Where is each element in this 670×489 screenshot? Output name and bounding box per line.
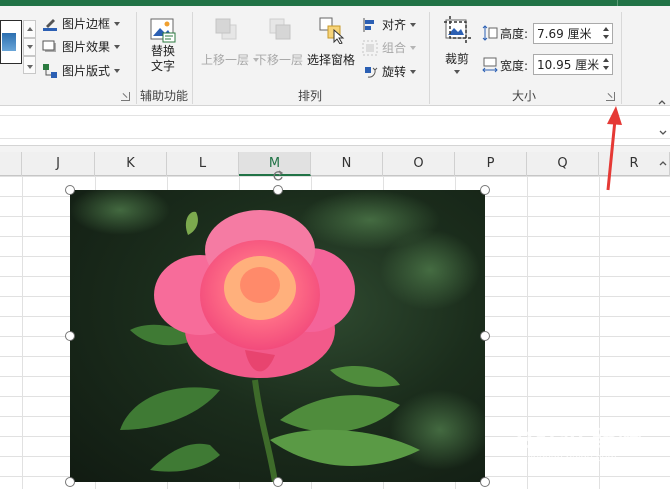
red-arrow-annotation (606, 106, 622, 191)
picture-effects-label: 图片效果 (62, 40, 111, 54)
crop-button[interactable]: 裁剪 (442, 16, 472, 74)
rotate-label: 旋转 (382, 65, 407, 79)
width-spinner[interactable] (600, 55, 612, 74)
column-header-row: J K L M N O P Q R (0, 152, 670, 176)
align-button[interactable]: 对齐 (362, 16, 417, 33)
column-header-p[interactable]: P (455, 152, 527, 176)
height-icon (482, 25, 498, 41)
column-header-k[interactable]: K (95, 152, 167, 176)
alt-text-label-1: 替换 (150, 44, 175, 58)
width-label: 宽度: (500, 59, 529, 73)
height-input[interactable]: 7.69 厘米 (533, 23, 613, 44)
column-header-partial[interactable] (0, 152, 22, 176)
height-spinner[interactable] (600, 24, 612, 43)
resize-handle-top-right[interactable] (480, 185, 490, 195)
chevron-down-icon (410, 69, 417, 74)
selection-pane-label: 选择窗格 (307, 53, 356, 67)
column-header-n[interactable]: N (311, 152, 383, 176)
group-label: 组合 (382, 41, 407, 55)
resize-handle-top[interactable] (273, 185, 283, 195)
bring-forward-icon (213, 16, 241, 44)
chevron-down-icon (454, 70, 460, 74)
height-value: 7.69 厘米 (537, 27, 592, 41)
bring-forward-button[interactable]: 上移一层 (201, 16, 260, 68)
baidu-watermark: Bai∂u 经验 jingyan.baidu.com (508, 420, 668, 470)
formula-bar-area (0, 106, 670, 146)
picture-layout-button[interactable]: 图片版式 (42, 62, 121, 79)
size-group-label: 大小 (511, 89, 536, 103)
arrange-group-label: 排列 (297, 89, 322, 103)
picture-style-gallery[interactable] (0, 20, 22, 64)
ribbon: 图片边框 图片效果 图片版式 替换 文字 辅助功能 上移一层 下移一层 选择窗格… (0, 6, 670, 106)
watermark-main: Bai∂u 经验 (516, 427, 643, 454)
send-backward-label: 下移一层 (255, 53, 304, 67)
width-input[interactable]: 10.95 厘米 (533, 54, 613, 75)
excel-window: 图片边框 图片效果 图片版式 替换 文字 辅助功能 上移一层 下移一层 选择窗格… (0, 0, 670, 489)
alt-text-label-2: 文字 (150, 59, 175, 73)
rotate-button[interactable]: 旋转 (362, 63, 417, 80)
watermark-sub: jingyan.baidu.com (528, 452, 617, 464)
gallery-scroll-down[interactable] (23, 38, 36, 56)
rotation-handle[interactable] (272, 170, 284, 182)
resize-handle-right[interactable] (480, 331, 490, 341)
effects-icon (42, 39, 58, 55)
height-label: 高度: (500, 27, 529, 41)
resize-handle-top-left[interactable] (65, 185, 75, 195)
scroll-up-icon[interactable] (659, 155, 667, 166)
picture-styles-launcher[interactable] (121, 92, 130, 101)
column-header-j[interactable]: J (22, 152, 95, 176)
crop-icon (442, 16, 472, 44)
size-dialog-launcher[interactable] (606, 92, 615, 101)
picture-effects-button[interactable]: 图片效果 (42, 38, 121, 55)
width-value: 10.95 厘米 (537, 58, 600, 72)
column-header-q[interactable]: Q (527, 152, 599, 176)
group-icon (362, 40, 378, 56)
picture-border-label: 图片边框 (62, 17, 111, 31)
align-label: 对齐 (382, 18, 407, 32)
expand-formula-bar-icon[interactable] (659, 125, 667, 135)
resize-handle-bottom-left[interactable] (65, 477, 75, 487)
picture-border-button[interactable]: 图片边框 (42, 15, 121, 32)
chevron-down-icon (410, 22, 417, 27)
alt-text-icon (149, 16, 177, 44)
selection-pane-icon (316, 16, 346, 45)
rotate-icon (362, 64, 378, 80)
column-header-l[interactable]: L (167, 152, 239, 176)
align-icon (362, 17, 378, 33)
picture-layout-label: 图片版式 (62, 64, 111, 78)
width-icon (482, 57, 498, 73)
chevron-down-icon (114, 21, 121, 26)
formula-bar[interactable] (0, 115, 670, 139)
bring-forward-label: 上移一层 (201, 53, 250, 67)
collapse-ribbon-icon[interactable] (658, 94, 666, 105)
group-button[interactable]: 组合 (362, 39, 417, 56)
rose-image (70, 190, 485, 482)
gallery-more-button[interactable] (23, 56, 36, 74)
chevron-down-icon (410, 45, 417, 50)
column-header-o[interactable]: O (383, 152, 455, 176)
resize-handle-bottom[interactable] (273, 477, 283, 487)
send-backward-button[interactable]: 下移一层 (255, 16, 314, 68)
crop-label: 裁剪 (444, 52, 469, 66)
send-backward-icon (267, 16, 295, 44)
smartart-layout-icon (42, 63, 58, 79)
alt-text-button[interactable]: 替换 文字 (146, 16, 180, 74)
resize-handle-bottom-right[interactable] (480, 477, 490, 487)
rose-picture[interactable] (70, 190, 485, 482)
chevron-down-icon (114, 44, 121, 49)
resize-handle-left[interactable] (65, 331, 75, 341)
accessibility-group-label: 辅助功能 (139, 89, 188, 103)
pencil-border-icon (42, 16, 58, 32)
gallery-scroll-up[interactable] (23, 20, 36, 38)
selection-pane-button[interactable]: 选择窗格 (307, 16, 355, 68)
chevron-down-icon (114, 68, 121, 73)
